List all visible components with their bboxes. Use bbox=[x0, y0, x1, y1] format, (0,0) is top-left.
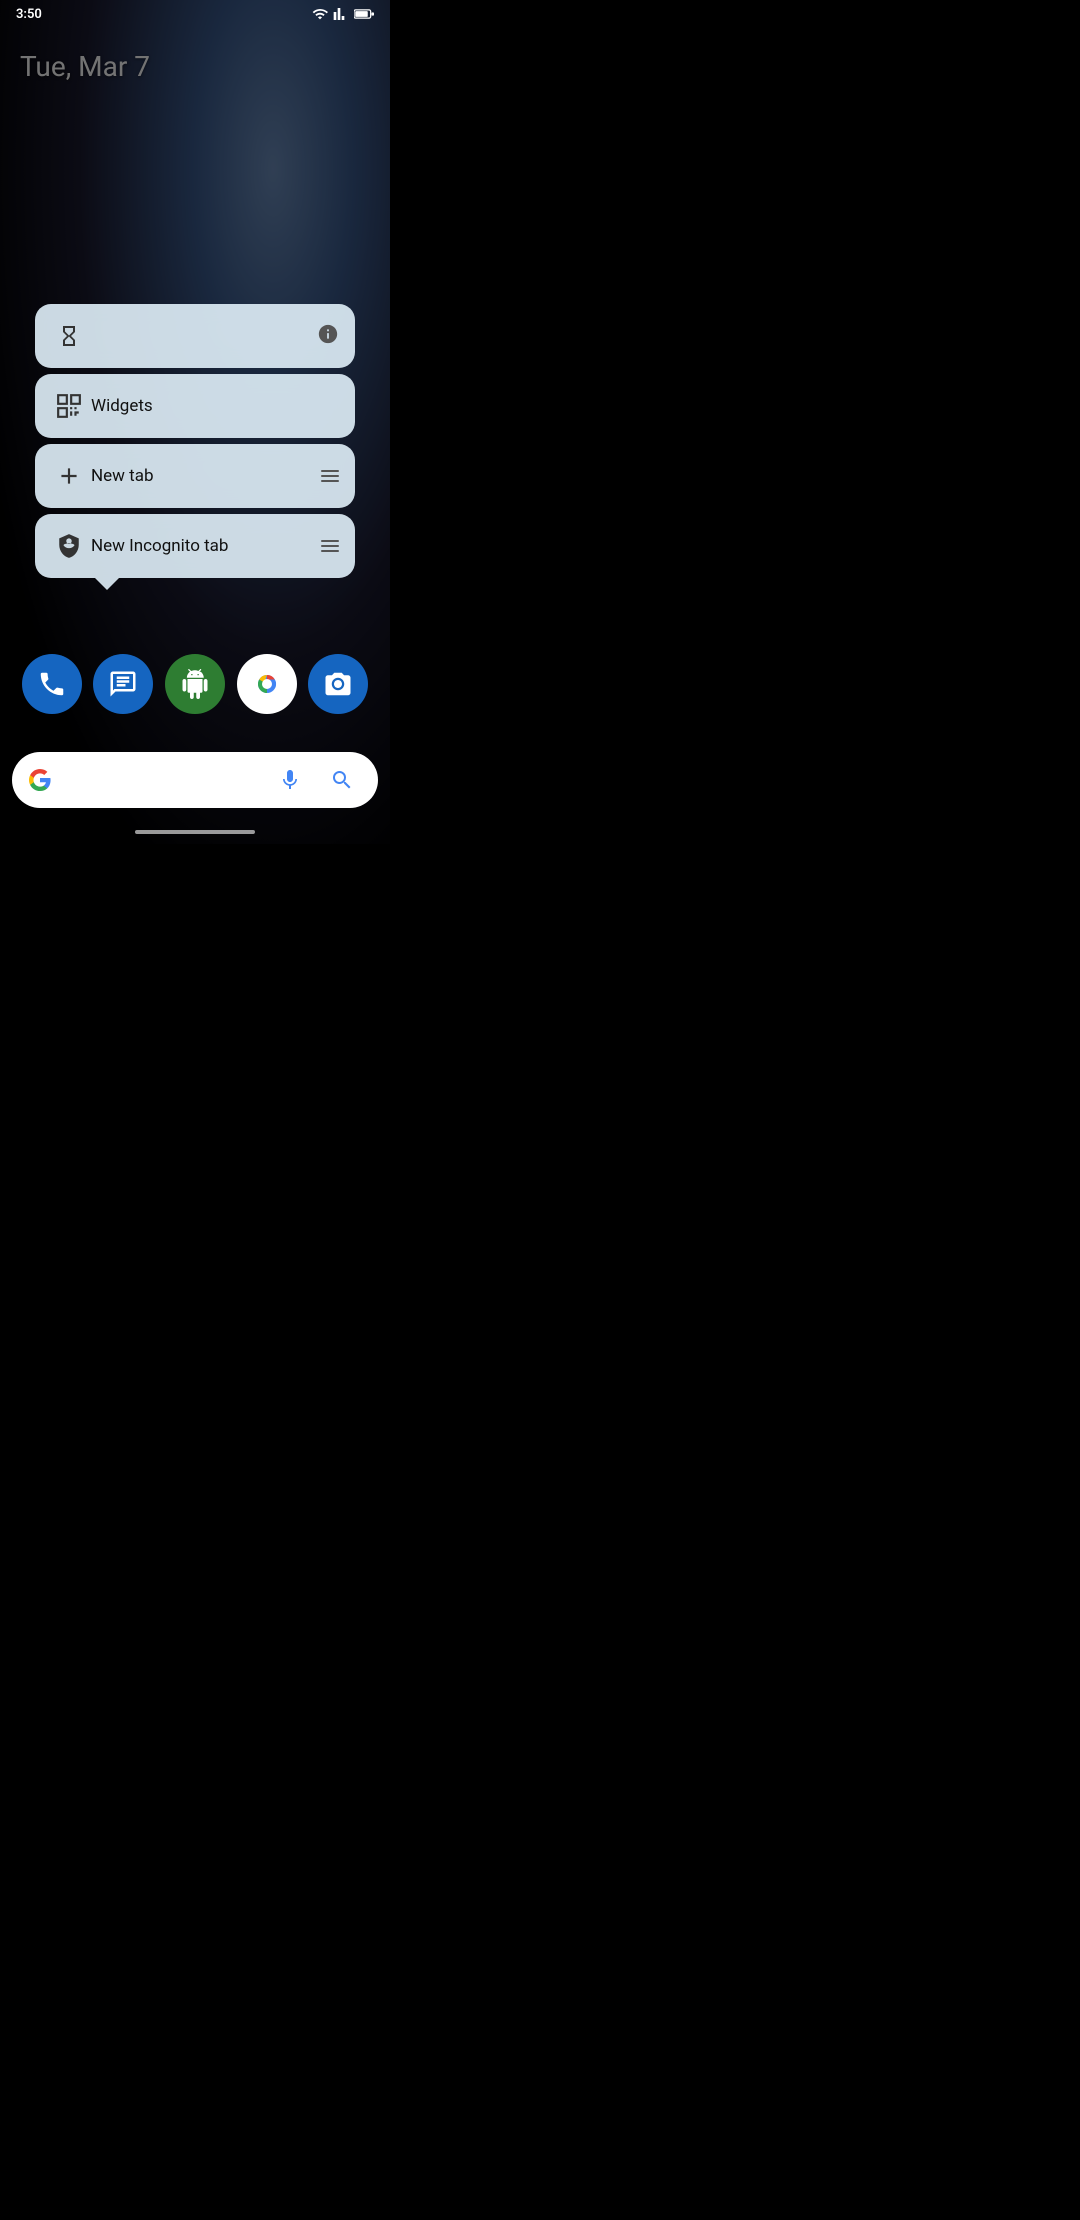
new-tab-plus-icon bbox=[51, 458, 87, 494]
new-incognito-tab-label: New Incognito tab bbox=[87, 536, 321, 556]
lens-search-button[interactable] bbox=[322, 760, 362, 800]
shortcut-chrome[interactable] bbox=[237, 654, 297, 714]
menu-item-widgets[interactable]: Widgets bbox=[35, 374, 355, 438]
chrome-icon bbox=[237, 654, 297, 714]
messages-icon bbox=[93, 654, 153, 714]
android-icon bbox=[165, 654, 225, 714]
status-time: 3:50 bbox=[16, 7, 42, 22]
context-menu: Widgets New tab New Incognito tab bbox=[35, 304, 355, 584]
status-icons bbox=[312, 6, 374, 22]
new-tab-label: New tab bbox=[87, 466, 321, 486]
tooltip-arrow bbox=[95, 578, 119, 590]
phone-icon bbox=[22, 654, 82, 714]
status-bar: 3:50 bbox=[0, 0, 390, 28]
menu-item-hourglass[interactable] bbox=[35, 304, 355, 368]
nav-indicator bbox=[135, 830, 255, 834]
new-incognito-tab-drag-handle bbox=[321, 540, 339, 552]
widgets-icon bbox=[51, 388, 87, 424]
signal-icon bbox=[333, 6, 349, 22]
menu-item-new-tab[interactable]: New tab bbox=[35, 444, 355, 508]
incognito-icon bbox=[51, 528, 87, 564]
shortcut-messages[interactable] bbox=[93, 654, 153, 714]
camera-icon bbox=[308, 654, 368, 714]
google-logo bbox=[28, 768, 52, 792]
menu-item-new-incognito-tab[interactable]: New Incognito tab bbox=[35, 514, 355, 578]
widgets-label: Widgets bbox=[87, 396, 339, 416]
shortcut-bar bbox=[0, 654, 390, 714]
battery-icon bbox=[354, 6, 374, 22]
info-icon[interactable] bbox=[317, 323, 339, 350]
new-tab-drag-handle bbox=[321, 470, 339, 482]
shortcut-camera[interactable] bbox=[308, 654, 368, 714]
shortcut-android[interactable] bbox=[165, 654, 225, 714]
shortcut-phone[interactable] bbox=[22, 654, 82, 714]
voice-search-button[interactable] bbox=[270, 760, 310, 800]
wifi-icon bbox=[312, 6, 328, 22]
hourglass-icon bbox=[51, 318, 87, 354]
search-bar[interactable] bbox=[12, 752, 378, 808]
